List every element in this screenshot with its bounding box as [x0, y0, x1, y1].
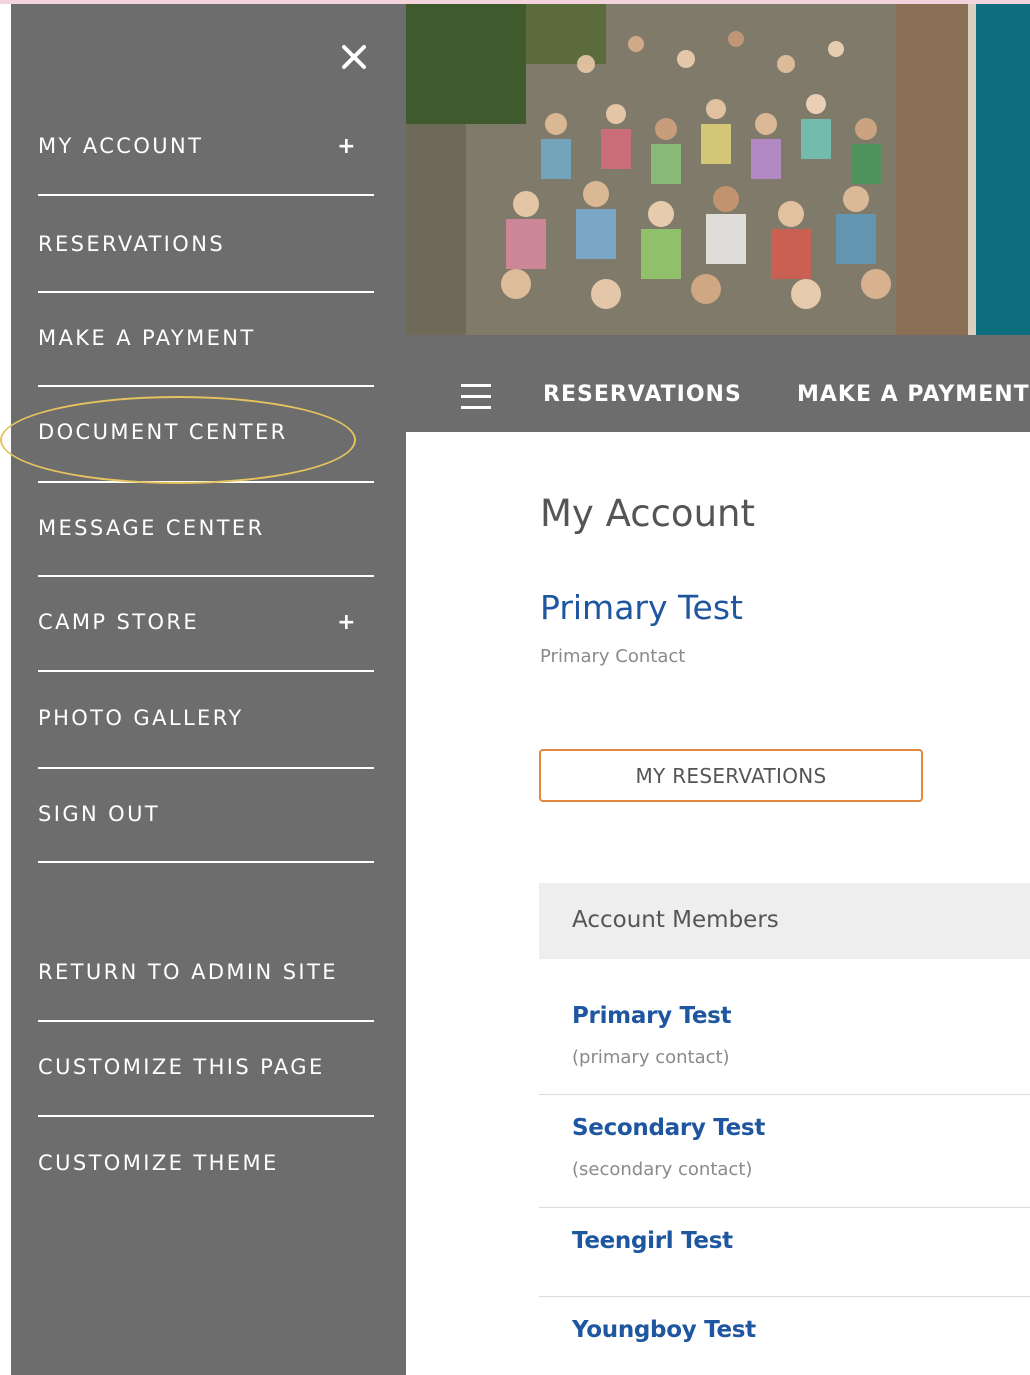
sidebar-divider [38, 385, 374, 387]
sidebar-divider [38, 670, 374, 672]
sidebar-item-label: CUSTOMIZE THEME [38, 1151, 279, 1175]
topnav-link-reservations[interactable]: RESERVATIONS [543, 382, 742, 407]
camp-group-photo-image [406, 4, 968, 335]
hero-frame [968, 4, 976, 335]
sidebar-item-make-a-payment[interactable]: MAKE A PAYMENT [38, 326, 374, 350]
expand-plus-icon[interactable]: + [337, 134, 358, 159]
sidebar-divider [38, 291, 374, 293]
sidebar-item-label: MESSAGE CENTER [38, 516, 265, 540]
hero-accent-panel [976, 4, 1030, 335]
sidebar-divider [38, 575, 374, 577]
account-holder-name: Primary Test [540, 588, 743, 627]
sidebar-item-label: PHOTO GALLERY [38, 706, 244, 730]
sidebar-item-label: MAKE A PAYMENT [38, 326, 256, 350]
sidebar-divider [38, 1020, 374, 1022]
sidebar-divider [38, 861, 374, 863]
top-navigation-bar: RESERVATIONS MAKE A PAYMENT [406, 352, 1030, 432]
member-name-link[interactable]: Primary Test [572, 1003, 732, 1029]
sidebar-item-camp-store[interactable]: CAMP STORE + [38, 610, 374, 635]
sidebar-item-label: RESERVATIONS [38, 232, 226, 256]
sidebar-divider [38, 767, 374, 769]
sidebar-item-customize-this-page[interactable]: CUSTOMIZE THIS PAGE [38, 1055, 374, 1079]
sidebar-item-message-center[interactable]: MESSAGE CENTER [38, 516, 374, 540]
highlight-annotation [0, 396, 356, 484]
left-margin [0, 4, 11, 1375]
sidebar-item-label: SIGN OUT [38, 802, 161, 826]
sidebar-item-label: MY ACCOUNT [38, 134, 204, 158]
member-row: Primary Test (primary contact) [539, 959, 1030, 1095]
sidebar-item-label: RETURN TO ADMIN SITE [38, 960, 338, 984]
account-holder-role: Primary Contact [540, 646, 686, 667]
member-row: Secondary Test (secondary contact) [539, 1095, 1030, 1208]
hero-camp-photo [406, 4, 968, 335]
member-role: (secondary contact) [572, 1159, 753, 1180]
sidebar-item-sign-out[interactable]: SIGN OUT [38, 802, 374, 826]
sidebar-item-photo-gallery[interactable]: PHOTO GALLERY [38, 706, 374, 730]
page-title: My Account [540, 492, 755, 535]
hero-bottom-band [406, 335, 1030, 352]
sidebar-divider [38, 194, 374, 196]
side-drawer: MY ACCOUNT + RESERVATIONS MAKE A PAYMENT… [11, 4, 406, 1375]
sidebar-divider [38, 1115, 374, 1117]
hamburger-menu-icon[interactable] [461, 384, 493, 412]
sidebar-item-return-to-admin-site[interactable]: RETURN TO ADMIN SITE [38, 960, 374, 984]
member-name-link[interactable]: Teengirl Test [572, 1228, 733, 1254]
my-reservations-button[interactable]: MY RESERVATIONS [539, 749, 923, 802]
sidebar-item-customize-theme[interactable]: CUSTOMIZE THEME [38, 1151, 374, 1175]
sidebar-item-label: CAMP STORE [38, 610, 200, 634]
member-row: Teengirl Test [539, 1208, 1030, 1297]
topnav-link-make-a-payment[interactable]: MAKE A PAYMENT [797, 382, 1030, 407]
member-row: Youngboy Test [539, 1297, 1030, 1375]
account-members-title: Account Members [572, 907, 779, 933]
sidebar-item-reservations[interactable]: RESERVATIONS [38, 232, 374, 256]
sidebar-item-label: CUSTOMIZE THIS PAGE [38, 1055, 325, 1079]
sidebar-item-my-account[interactable]: MY ACCOUNT + [38, 134, 374, 159]
close-drawer-button[interactable] [337, 40, 371, 74]
close-icon [342, 45, 366, 69]
member-name-link[interactable]: Secondary Test [572, 1115, 765, 1141]
account-members-header: Account Members [539, 883, 1030, 959]
member-role: (primary contact) [572, 1047, 730, 1068]
expand-plus-icon[interactable]: + [337, 610, 358, 635]
member-name-link[interactable]: Youngboy Test [572, 1317, 756, 1343]
